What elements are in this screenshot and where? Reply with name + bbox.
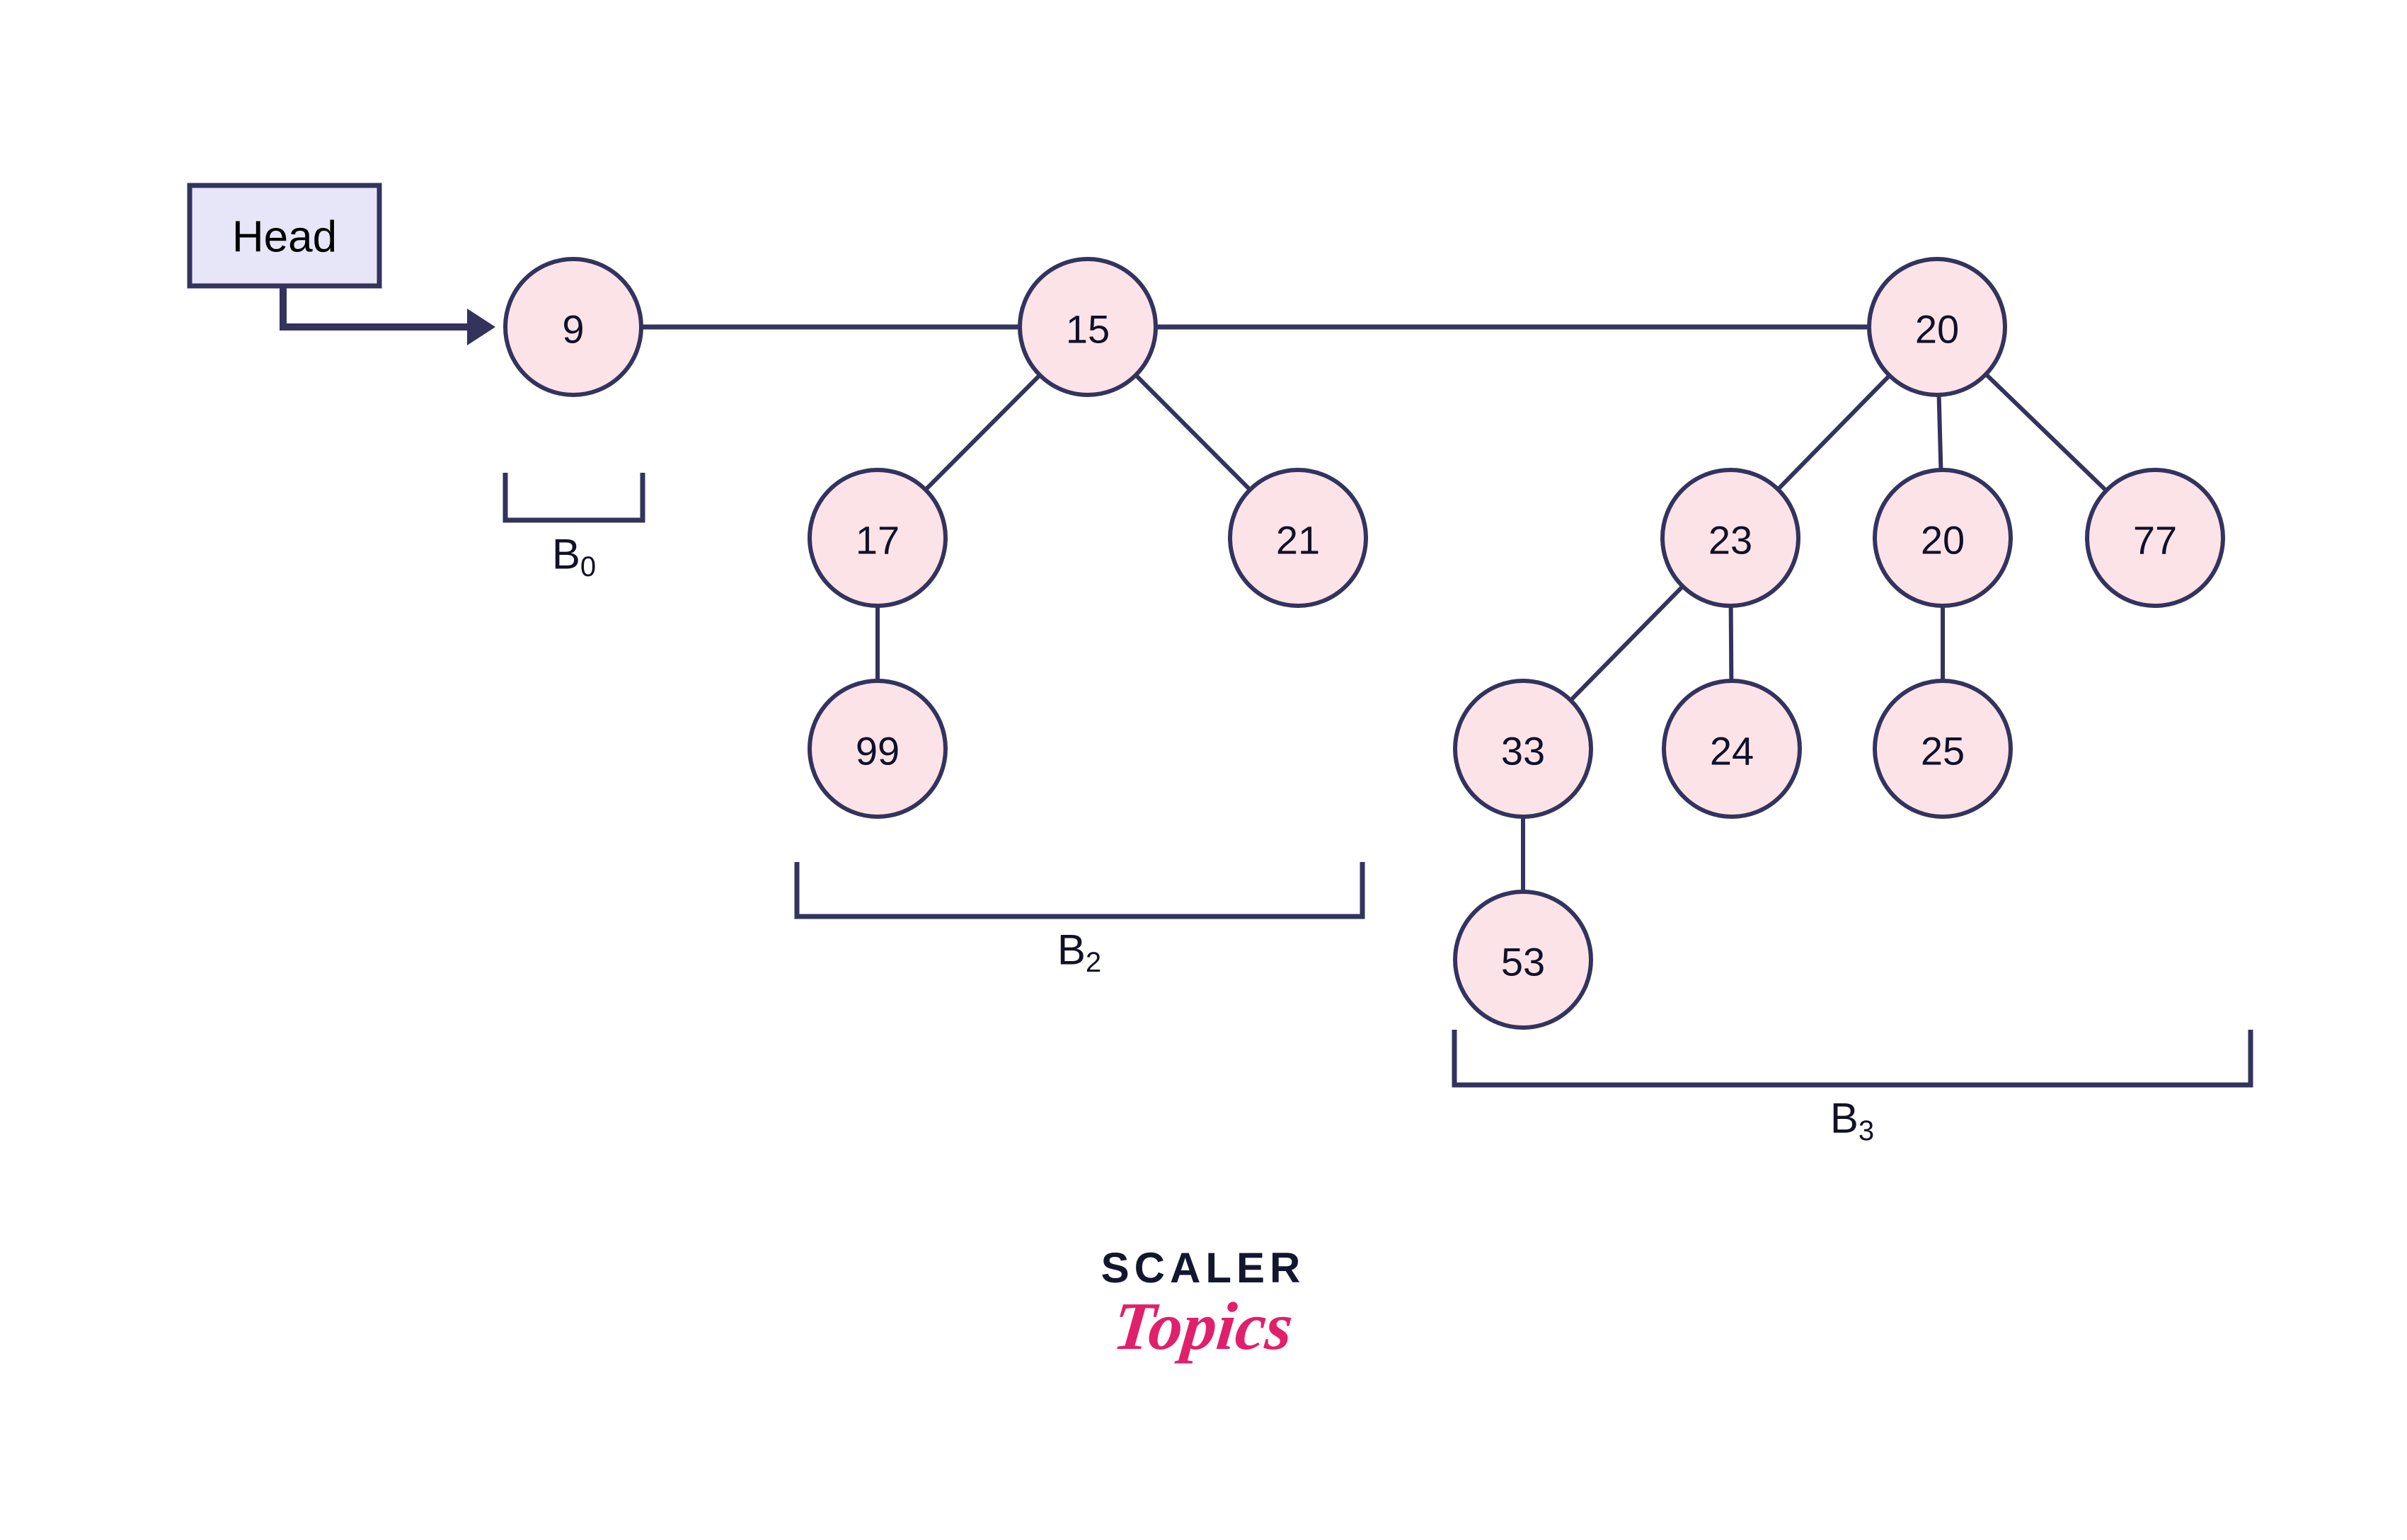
edge-n20r-n77 bbox=[1984, 372, 2108, 493]
node-value-label: 9 bbox=[562, 307, 584, 352]
node-value-label: 21 bbox=[1276, 518, 1320, 563]
node-value-label: 77 bbox=[2133, 518, 2177, 563]
heap-node-15-n15[interactable]: 15 bbox=[1018, 257, 1158, 397]
diagram-canvas: 9 15 17 21 99 20 23 20 77 33 24 25 53 Head B0 B2 B3 SC… bbox=[0, 0, 2407, 1540]
bracket-label-B2: B2 bbox=[1057, 926, 1101, 979]
bracket-outline bbox=[1452, 1030, 2253, 1088]
bracket-outline bbox=[502, 473, 645, 523]
node-value-label: 24 bbox=[1710, 729, 1754, 774]
heap-node-23-n23[interactable]: 23 bbox=[1660, 468, 1800, 608]
bracket-label-B3: B3 bbox=[1830, 1095, 1874, 1147]
edge-n15-n17 bbox=[924, 373, 1042, 492]
heap-node-53-n53[interactable]: 53 bbox=[1453, 890, 1593, 1030]
logo-scaler-text: SCALER bbox=[1101, 1244, 1306, 1292]
heap-node-24-n24[interactable]: 24 bbox=[1662, 679, 1802, 819]
heap-node-77-n77[interactable]: 77 bbox=[2085, 468, 2225, 608]
bracket-outline bbox=[794, 862, 1365, 919]
head-pointer-arrow bbox=[280, 286, 495, 345]
edge-n20r-n23 bbox=[1776, 374, 1891, 491]
heap-node-33-n33[interactable]: 33 bbox=[1453, 679, 1593, 819]
head-arrow-tip-icon bbox=[467, 309, 495, 345]
heap-node-20-n20r[interactable]: 20 bbox=[1867, 257, 2007, 397]
bracket-label-subscript: 3 bbox=[1859, 1115, 1874, 1147]
node-value-label: 25 bbox=[1921, 729, 1965, 774]
tree-bracket-B2: B2 bbox=[794, 862, 1365, 979]
edge-n23-n33 bbox=[1569, 585, 1684, 702]
bracket-label-subscript: 2 bbox=[1086, 947, 1101, 978]
head-arrow-line bbox=[280, 286, 471, 331]
node-value-label: 20 bbox=[1915, 307, 1959, 352]
node-value-label: 33 bbox=[1501, 729, 1545, 774]
node-value-label: 17 bbox=[856, 518, 900, 563]
edge-n15-n21 bbox=[1134, 373, 1252, 492]
heap-node-25-n25[interactable]: 25 bbox=[1873, 679, 2013, 819]
node-value-label: 23 bbox=[1708, 518, 1752, 563]
scaler-topics-logo: SCALER Topics bbox=[1083, 1244, 1323, 1364]
bracket-label-subscript: 0 bbox=[580, 551, 596, 582]
node-value-label: 99 bbox=[856, 729, 900, 774]
node-value-label: 20 bbox=[1921, 518, 1965, 563]
tree-bracket-B3: B3 bbox=[1452, 1030, 2253, 1147]
edge-n23-n24 bbox=[1728, 605, 1734, 682]
heap-node-20-n20b[interactable]: 20 bbox=[1873, 468, 2013, 608]
logo-topics-text: Topics bbox=[1110, 1288, 1297, 1364]
heap-node-21-n21[interactable]: 21 bbox=[1228, 468, 1368, 608]
bracket-label-B0: B0 bbox=[552, 531, 596, 583]
edge-n20r-n20b bbox=[1936, 394, 1943, 471]
heap-node-9-n9[interactable]: 9 bbox=[503, 257, 643, 397]
heap-node-17-n17[interactable]: 17 bbox=[808, 468, 948, 608]
head-box-label: Head bbox=[232, 213, 337, 262]
node-value-label: 15 bbox=[1066, 307, 1110, 352]
heap-node-99-n99[interactable]: 99 bbox=[808, 679, 948, 819]
head-box[interactable]: Head bbox=[187, 183, 382, 289]
node-value-label: 53 bbox=[1501, 940, 1545, 984]
tree-bracket-B0: B0 bbox=[502, 473, 645, 583]
